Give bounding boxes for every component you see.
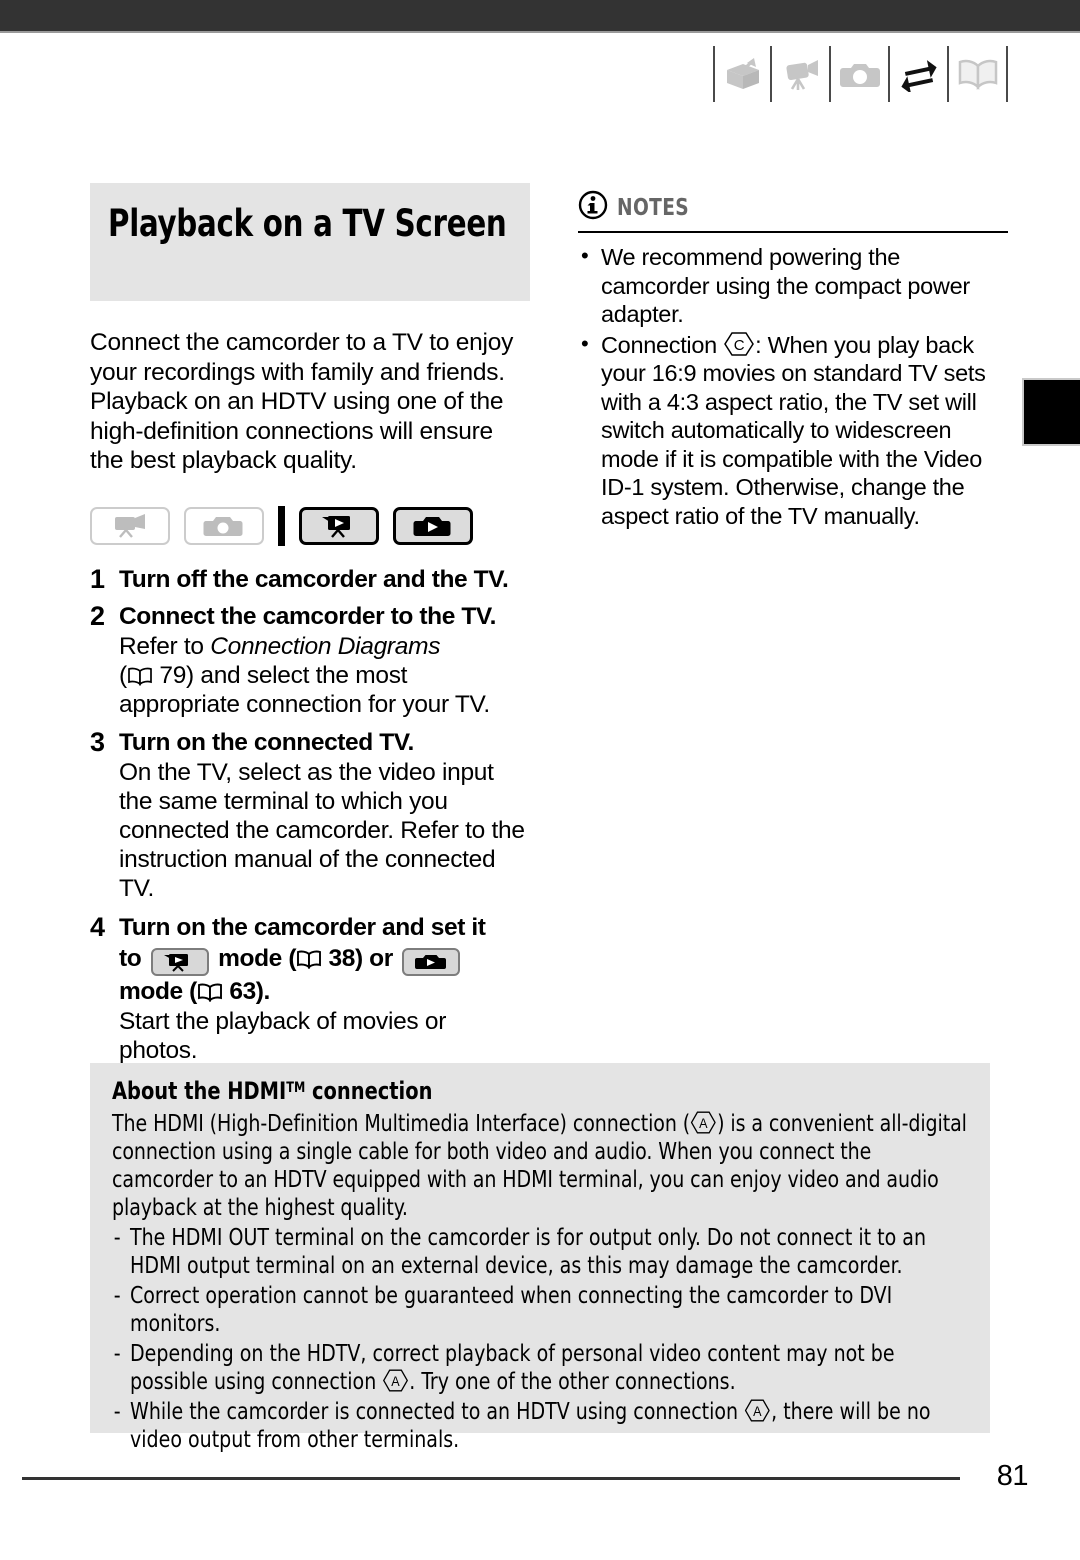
- inline-mode-badge-camcorder-playback: [150, 947, 209, 976]
- step-number: 1: [90, 563, 106, 594]
- step-body-text: Start the playback of movies or photos.: [119, 1007, 447, 1064]
- note-item: Connection C: When you play back your 16…: [578, 330, 1010, 531]
- intro-paragraph: Connect the camcorder to a TV to enjoy y…: [90, 329, 514, 474]
- hdmi-title-post: connection: [305, 1077, 433, 1105]
- page-ref-book-icon: [296, 950, 322, 969]
- hdmi-bullet-text: Correct operation cannot be guaranteed w…: [130, 1281, 893, 1337]
- page-number: 81: [996, 1460, 1029, 1492]
- section-title-box: Playback on a TV Screen: [90, 183, 530, 301]
- manual-page: Playback on a TV Screen Connect the camc…: [0, 0, 1080, 1560]
- footer-rule: [22, 1477, 960, 1480]
- page-ref-number: 38: [328, 944, 356, 972]
- header-icon-exchange-arrows[interactable]: [890, 46, 949, 102]
- step-body-pre: Refer to: [119, 632, 211, 660]
- connection-marker-c-icon: C: [724, 331, 755, 357]
- mode-badge-camcorder-playback: [299, 506, 379, 545]
- hdmi-paragraph: The HDMI (High-Definition Multimedia Int…: [112, 1109, 969, 1221]
- step-heading: Turn on the connected TV.: [119, 728, 414, 756]
- header-icon-photo-camera[interactable]: [831, 46, 890, 102]
- page-ref-book-icon: [127, 667, 153, 686]
- notes-label: NOTES: [617, 194, 690, 221]
- connection-marker-a-icon: A: [691, 1110, 717, 1135]
- chapter-edge-tab: [1022, 378, 1080, 446]
- hdmi-bullet-text: The HDMI OUT terminal on the camcorder i…: [130, 1223, 927, 1279]
- step-heading: Turn on the camcorder and set it to mode…: [119, 912, 530, 1007]
- connection-marker-a-icon: A: [745, 1398, 771, 1423]
- step-number: 3: [90, 726, 106, 757]
- step-heading-or: ) or: [354, 944, 393, 972]
- hdmi-para-pre: The HDMI (High-Definition Multimedia Int…: [112, 1109, 691, 1137]
- header-icon-camcorder[interactable]: [772, 46, 831, 102]
- step-heading-mode1: mode (: [218, 944, 297, 972]
- step-3: 3 Turn on the connected TV. On the TV, s…: [90, 727, 530, 903]
- inline-mode-badge-photo-playback: [402, 947, 461, 976]
- mode-row-separator: [278, 505, 285, 546]
- header-icon-open-book[interactable]: [949, 46, 1008, 102]
- hdmi-section-title: About the HDMITM connection: [112, 1077, 884, 1105]
- mode-badge-photo-playback: [393, 506, 473, 545]
- step-heading-to: to: [119, 944, 142, 972]
- top-bar: [0, 0, 1080, 33]
- step-heading: Connect the camcorder to the TV.: [119, 602, 497, 630]
- chapter-icon-strip: [713, 46, 1008, 102]
- note-text: We recommend powering the camcorder usin…: [601, 244, 970, 327]
- mode-badge-row: [90, 505, 530, 547]
- step-number: 4: [90, 911, 106, 942]
- mode-badge-photo-record: [184, 506, 264, 545]
- step-heading-line1: Turn on the camcorder and set it: [119, 913, 486, 941]
- page-ref-number: 79: [159, 661, 187, 689]
- step-2: 2 Connect the camcorder to the TV. Refer…: [90, 601, 530, 719]
- note-text-post: : When you play back your 16:9 movies on…: [601, 331, 986, 529]
- trademark-mark: TM: [286, 1080, 306, 1096]
- step-heading-mode2: mode (: [119, 977, 197, 1005]
- page-ref-book-icon: [197, 983, 223, 1002]
- right-column: NOTES We recommend powering the camcorde…: [578, 190, 1010, 532]
- note-item: We recommend powering the camcorder usin…: [578, 242, 1010, 329]
- svg-text:C: C: [734, 337, 745, 354]
- hdmi-bullet: Depending on the HDTV, correct playback …: [112, 1339, 969, 1395]
- info-icon: [578, 190, 608, 225]
- svg-text:A: A: [699, 1115, 708, 1131]
- hdmi-bullet: Correct operation cannot be guaranteed w…: [112, 1281, 969, 1337]
- note-text-pre: Connection: [601, 331, 724, 358]
- mode-badge-camcorder-record: [90, 506, 170, 545]
- svg-text:A: A: [753, 1403, 762, 1419]
- notes-list: We recommend powering the camcorder usin…: [578, 242, 1010, 531]
- svg-text:A: A: [392, 1373, 401, 1389]
- left-column: Playback on a TV Screen Connect the camc…: [90, 183, 530, 1065]
- hdmi-bullet: While the camcorder is connected to an H…: [112, 1397, 969, 1453]
- step-number: 2: [90, 600, 106, 631]
- header-icon-unpacking-box[interactable]: [713, 46, 772, 102]
- step-heading: Turn off the camcorder and the TV.: [119, 565, 509, 593]
- page-title: Playback on a TV Screen: [108, 202, 507, 245]
- hdmi-bullet-list: The HDMI OUT terminal on the camcorder i…: [112, 1223, 970, 1453]
- cross-reference-title: Connection Diagrams: [210, 632, 441, 660]
- hdmi-bullet: The HDMI OUT terminal on the camcorder i…: [112, 1223, 969, 1279]
- connection-marker-a-icon: A: [383, 1368, 409, 1393]
- hdmi-info-block: About the HDMITM connection The HDMI (Hi…: [90, 1063, 990, 1453]
- step-1: 1 Turn off the camcorder and the TV.: [90, 564, 530, 595]
- step-body-text: On the TV, select as the video input the…: [119, 758, 525, 902]
- page-ref-number: 63: [229, 977, 256, 1005]
- notes-header: NOTES: [578, 190, 1008, 233]
- step-heading-end: ).: [255, 977, 271, 1005]
- hdmi-bullet-post: . Try one of the other connections.: [409, 1367, 736, 1395]
- step-4: 4 Turn on the camcorder and set it to mo…: [90, 912, 530, 1065]
- hdmi-title-pre: About the HDMI: [112, 1077, 287, 1105]
- step-body-text: Refer to Connection Diagrams ( 79) and s…: [119, 632, 490, 718]
- hdmi-bullet-pre: While the camcorder is connected to an H…: [130, 1397, 745, 1425]
